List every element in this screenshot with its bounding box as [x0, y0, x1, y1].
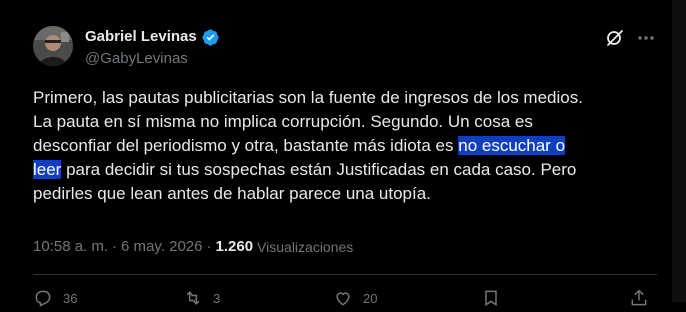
- views-label: Visualizaciones: [257, 239, 354, 255]
- scrollbar[interactable]: [672, 0, 686, 302]
- tweet-text-selection-2: leer: [33, 160, 62, 179]
- share-icon: [631, 289, 647, 306]
- avatar[interactable]: [33, 26, 73, 66]
- action-bar: 36 3 20: [33, 288, 657, 312]
- like-icon: [336, 292, 350, 306]
- like-button[interactable]: 20: [333, 288, 377, 308]
- author-name-row[interactable]: Gabriel Levinas: [85, 27, 220, 47]
- tweet-text-part-2: para decidir si tus sospechas están Just…: [33, 160, 577, 203]
- verified-badge-icon: [201, 28, 220, 47]
- tweet-text-selection-1: no escuchar o: [458, 136, 566, 155]
- more-icon[interactable]: [636, 28, 656, 48]
- author-display-name[interactable]: Gabriel Levinas: [85, 27, 197, 47]
- views-count: 1.260: [215, 238, 254, 255]
- repost-count: 3: [213, 290, 221, 306]
- tweet-card: Gabriel Levinas @GabyLevinas Primero, la…: [0, 0, 672, 307]
- reply-button[interactable]: 36: [33, 288, 77, 308]
- like-count: 20: [363, 290, 378, 306]
- tweet-text: Primero, las pautas publicitarias son la…: [33, 86, 663, 206]
- tweet-meta: 10:58 a. m. · 6 may. 2026 · 1.260 Visual…: [33, 237, 353, 257]
- repost-icon: [186, 291, 200, 305]
- avatar-photo: [33, 26, 73, 66]
- meta-separator-2: ·: [206, 238, 212, 255]
- reply-icon: [35, 290, 51, 307]
- grok-icon[interactable]: [605, 28, 625, 48]
- share-button[interactable]: [629, 288, 649, 308]
- reply-count: 36: [63, 290, 78, 306]
- bookmark-button[interactable]: [481, 288, 501, 308]
- bookmark-icon: [485, 290, 497, 307]
- repost-button[interactable]: 3: [183, 288, 220, 308]
- author-handle[interactable]: @GabyLevinas: [85, 49, 188, 69]
- tweet-time[interactable]: 10:58 a. m.: [33, 237, 108, 257]
- meta-separator: ·: [112, 238, 118, 255]
- tweet-date[interactable]: 6 may. 2026: [121, 237, 202, 257]
- divider: [33, 274, 657, 275]
